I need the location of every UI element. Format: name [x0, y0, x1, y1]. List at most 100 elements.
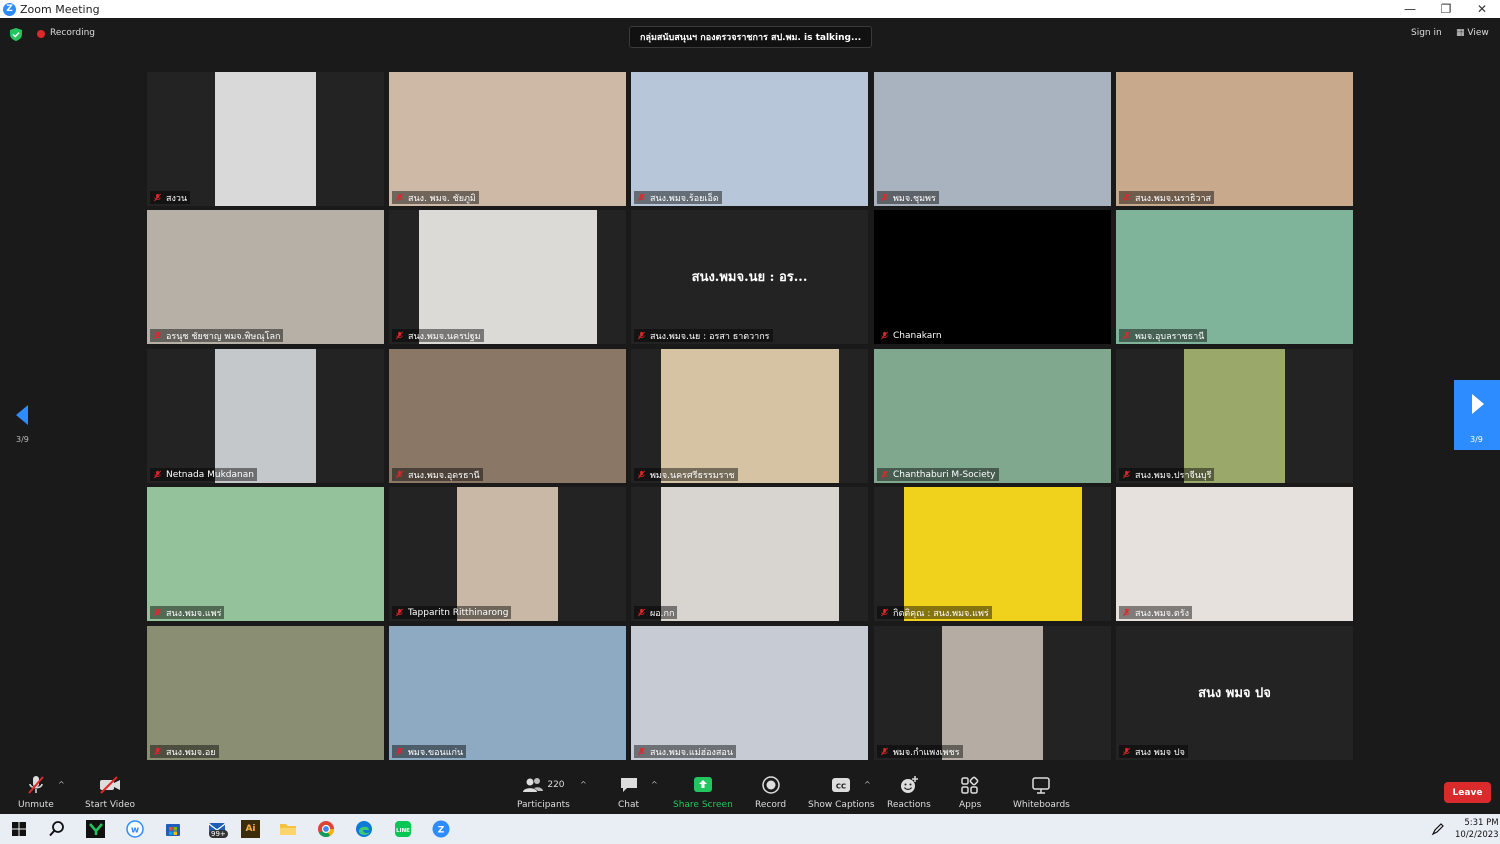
mic-muted-icon: [881, 331, 888, 340]
participant-name: สนง.พมจ.แพร่: [166, 608, 222, 619]
windows-start-icon[interactable]: [9, 820, 28, 838]
view-button[interactable]: ▦ View: [1456, 28, 1489, 38]
participant-tile[interactable]: อรนุช ชัยชาญ พมจ.พิษณุโลก: [147, 210, 384, 344]
mic-muted-icon: [396, 193, 403, 202]
mail-icon[interactable]: 99+: [203, 820, 231, 838]
reactions-button[interactable]: Reactions: [887, 774, 931, 810]
participant-tile[interactable]: สนง.พมจ.ตรัง: [1116, 487, 1353, 621]
security-shield-icon[interactable]: [10, 28, 22, 41]
edge-icon[interactable]: [354, 820, 373, 838]
participant-display-name: สนง พมจ ปจ: [1198, 686, 1271, 701]
participant-name: สนง.พมจ.อุดรธานี: [408, 470, 480, 481]
participant-tile[interactable]: สนง.พมจ.แพร่: [147, 487, 384, 621]
participant-tile[interactable]: พมจ.นครศรีธรรมราช: [631, 349, 868, 483]
participant-video: [631, 72, 868, 206]
participant-name: สงวน: [166, 193, 188, 204]
participant-name-bar: สนง.พมจ.ตรัง: [1119, 606, 1192, 619]
participant-video: [147, 210, 384, 344]
participant-tile[interactable]: Chanthaburi M-Society: [874, 349, 1111, 483]
show-captions-label: Show Captions: [808, 800, 875, 810]
participant-tile[interactable]: สนง.พมจ.นราธิวาส: [1116, 72, 1353, 206]
app-y-icon[interactable]: [86, 820, 105, 838]
participant-name-bar: สนง.พมจ.ปราจีนบุรี: [1119, 468, 1215, 481]
participant-tile[interactable]: สนง.พมจ.ปราจีนบุรี: [1116, 349, 1353, 483]
mic-muted-icon: [154, 193, 161, 202]
chrome-icon[interactable]: [316, 820, 335, 838]
close-button[interactable]: ✕: [1464, 0, 1500, 18]
window-title: Zoom Meeting: [20, 2, 100, 16]
share-screen-button[interactable]: Share Screen: [673, 774, 733, 810]
participant-tile[interactable]: สนง.พมจ.อุดรธานี: [389, 349, 626, 483]
participant-tile[interactable]: สนง.พมจ.อย: [147, 626, 384, 760]
audio-options-caret-icon[interactable]: ^: [58, 780, 65, 789]
next-page-button[interactable]: 3/9: [1454, 380, 1500, 450]
participant-tile[interactable]: พมจ.กำแพงเพชร: [874, 626, 1111, 760]
mic-muted-icon: [881, 608, 888, 617]
clock-time: 5:31 PM: [1464, 818, 1499, 828]
participants-icon: [523, 778, 544, 792]
participant-name: ผอ.กก: [650, 608, 675, 619]
grid-view-icon: ▦: [1456, 28, 1468, 38]
participant-tile[interactable]: สนง.พมจ.นย : อร... สนง.พมจ.นย : อรสา ธาตว…: [631, 210, 868, 344]
restore-button[interactable]: ❐: [1428, 0, 1464, 18]
svg-text:w: w: [130, 826, 138, 836]
record-button[interactable]: Record: [755, 774, 786, 810]
participant-tile[interactable]: สนง. พมจ. ชัยภูมิ: [389, 72, 626, 206]
chat-icon: [620, 778, 637, 792]
participant-tile[interactable]: สงวน: [147, 72, 384, 206]
participant-tile[interactable]: ผอ.กก: [631, 487, 868, 621]
minimize-button[interactable]: —: [1392, 0, 1428, 18]
mic-muted-icon: [638, 747, 645, 756]
participants-button[interactable]: 220 Participants: [517, 774, 570, 810]
svg-text:LINE: LINE: [396, 828, 410, 834]
participant-tile[interactable]: Tapparitn Ritthinarong: [389, 487, 626, 621]
participant-video: [147, 487, 384, 621]
participant-tile[interactable]: สนง.พมจ.ร้อยเอ็ด: [631, 72, 868, 206]
illustrator-icon[interactable]: Ai: [241, 820, 260, 838]
meeting-toolbar: Unmute ^ Start Video 220 Participants ^ …: [0, 770, 1500, 814]
share-screen-label: Share Screen: [673, 800, 733, 810]
recording-label[interactable]: Recording: [50, 28, 95, 38]
participant-name: สนง.พมจ.แม่ฮ่องสอน: [650, 747, 733, 758]
participant-tile[interactable]: สนง พมจ ปจ สนง พมจ ปจ: [1116, 626, 1353, 760]
unmute-button[interactable]: Unmute: [18, 774, 54, 810]
participants-caret-icon[interactable]: ^: [580, 780, 587, 789]
participant-video: [215, 349, 316, 483]
apps-button[interactable]: Apps: [959, 774, 981, 810]
file-explorer-icon[interactable]: [278, 820, 297, 838]
pen-tray-icon[interactable]: [1428, 820, 1447, 838]
participant-tile[interactable]: Netnada Mukdanan: [147, 349, 384, 483]
participant-tile[interactable]: กิตติคุณ : สนง.พมจ.แพร่: [874, 487, 1111, 621]
start-video-button[interactable]: Start Video: [85, 774, 135, 810]
participant-name-bar: Chanakarn: [877, 329, 945, 342]
participant-name: สนง.พมจ.อย: [166, 747, 216, 758]
system-clock[interactable]: 5:31 PM 10/2/2023: [1455, 817, 1499, 841]
participant-tile[interactable]: สนง.พมจ.นครปฐม: [389, 210, 626, 344]
participant-name-bar: พมจ.กำแพงเพชร: [877, 745, 963, 758]
participant-video: [661, 487, 839, 621]
zoom-taskbar-icon[interactable]: Z: [431, 820, 450, 838]
participant-tile[interactable]: พมจ.อุบลราชธานี: [1116, 210, 1353, 344]
mic-muted-icon: [638, 193, 645, 202]
participant-video: [389, 626, 626, 760]
whiteboards-button[interactable]: Whiteboards: [1013, 774, 1070, 810]
participant-tile[interactable]: สนง.พมจ.แม่ฮ่องสอน: [631, 626, 868, 760]
mic-muted-icon: [1123, 608, 1130, 617]
participant-name-bar: สนง พมจ ปจ: [1119, 745, 1188, 758]
participant-tile[interactable]: Chanakarn: [874, 210, 1111, 344]
participant-tile[interactable]: พมจ.ขอนแก่น: [389, 626, 626, 760]
word-circle-icon[interactable]: w: [125, 820, 144, 838]
clock-date: 10/2/2023: [1455, 830, 1499, 840]
line-app-icon[interactable]: LINE: [393, 820, 412, 838]
participant-name: พมจ.อุบลราชธานี: [1135, 331, 1205, 342]
captions-caret-icon[interactable]: ^: [864, 780, 871, 789]
sign-in-link[interactable]: Sign in: [1411, 28, 1442, 38]
participant-video: [631, 626, 868, 760]
chat-button[interactable]: Chat: [618, 774, 639, 810]
participant-tile[interactable]: พมจ.ชุมพร: [874, 72, 1111, 206]
chat-caret-icon[interactable]: ^: [651, 780, 658, 789]
mic-muted-icon: [154, 331, 161, 340]
search-icon[interactable]: [47, 820, 66, 838]
leave-button[interactable]: Leave: [1444, 782, 1491, 803]
store-icon[interactable]: [163, 820, 182, 838]
